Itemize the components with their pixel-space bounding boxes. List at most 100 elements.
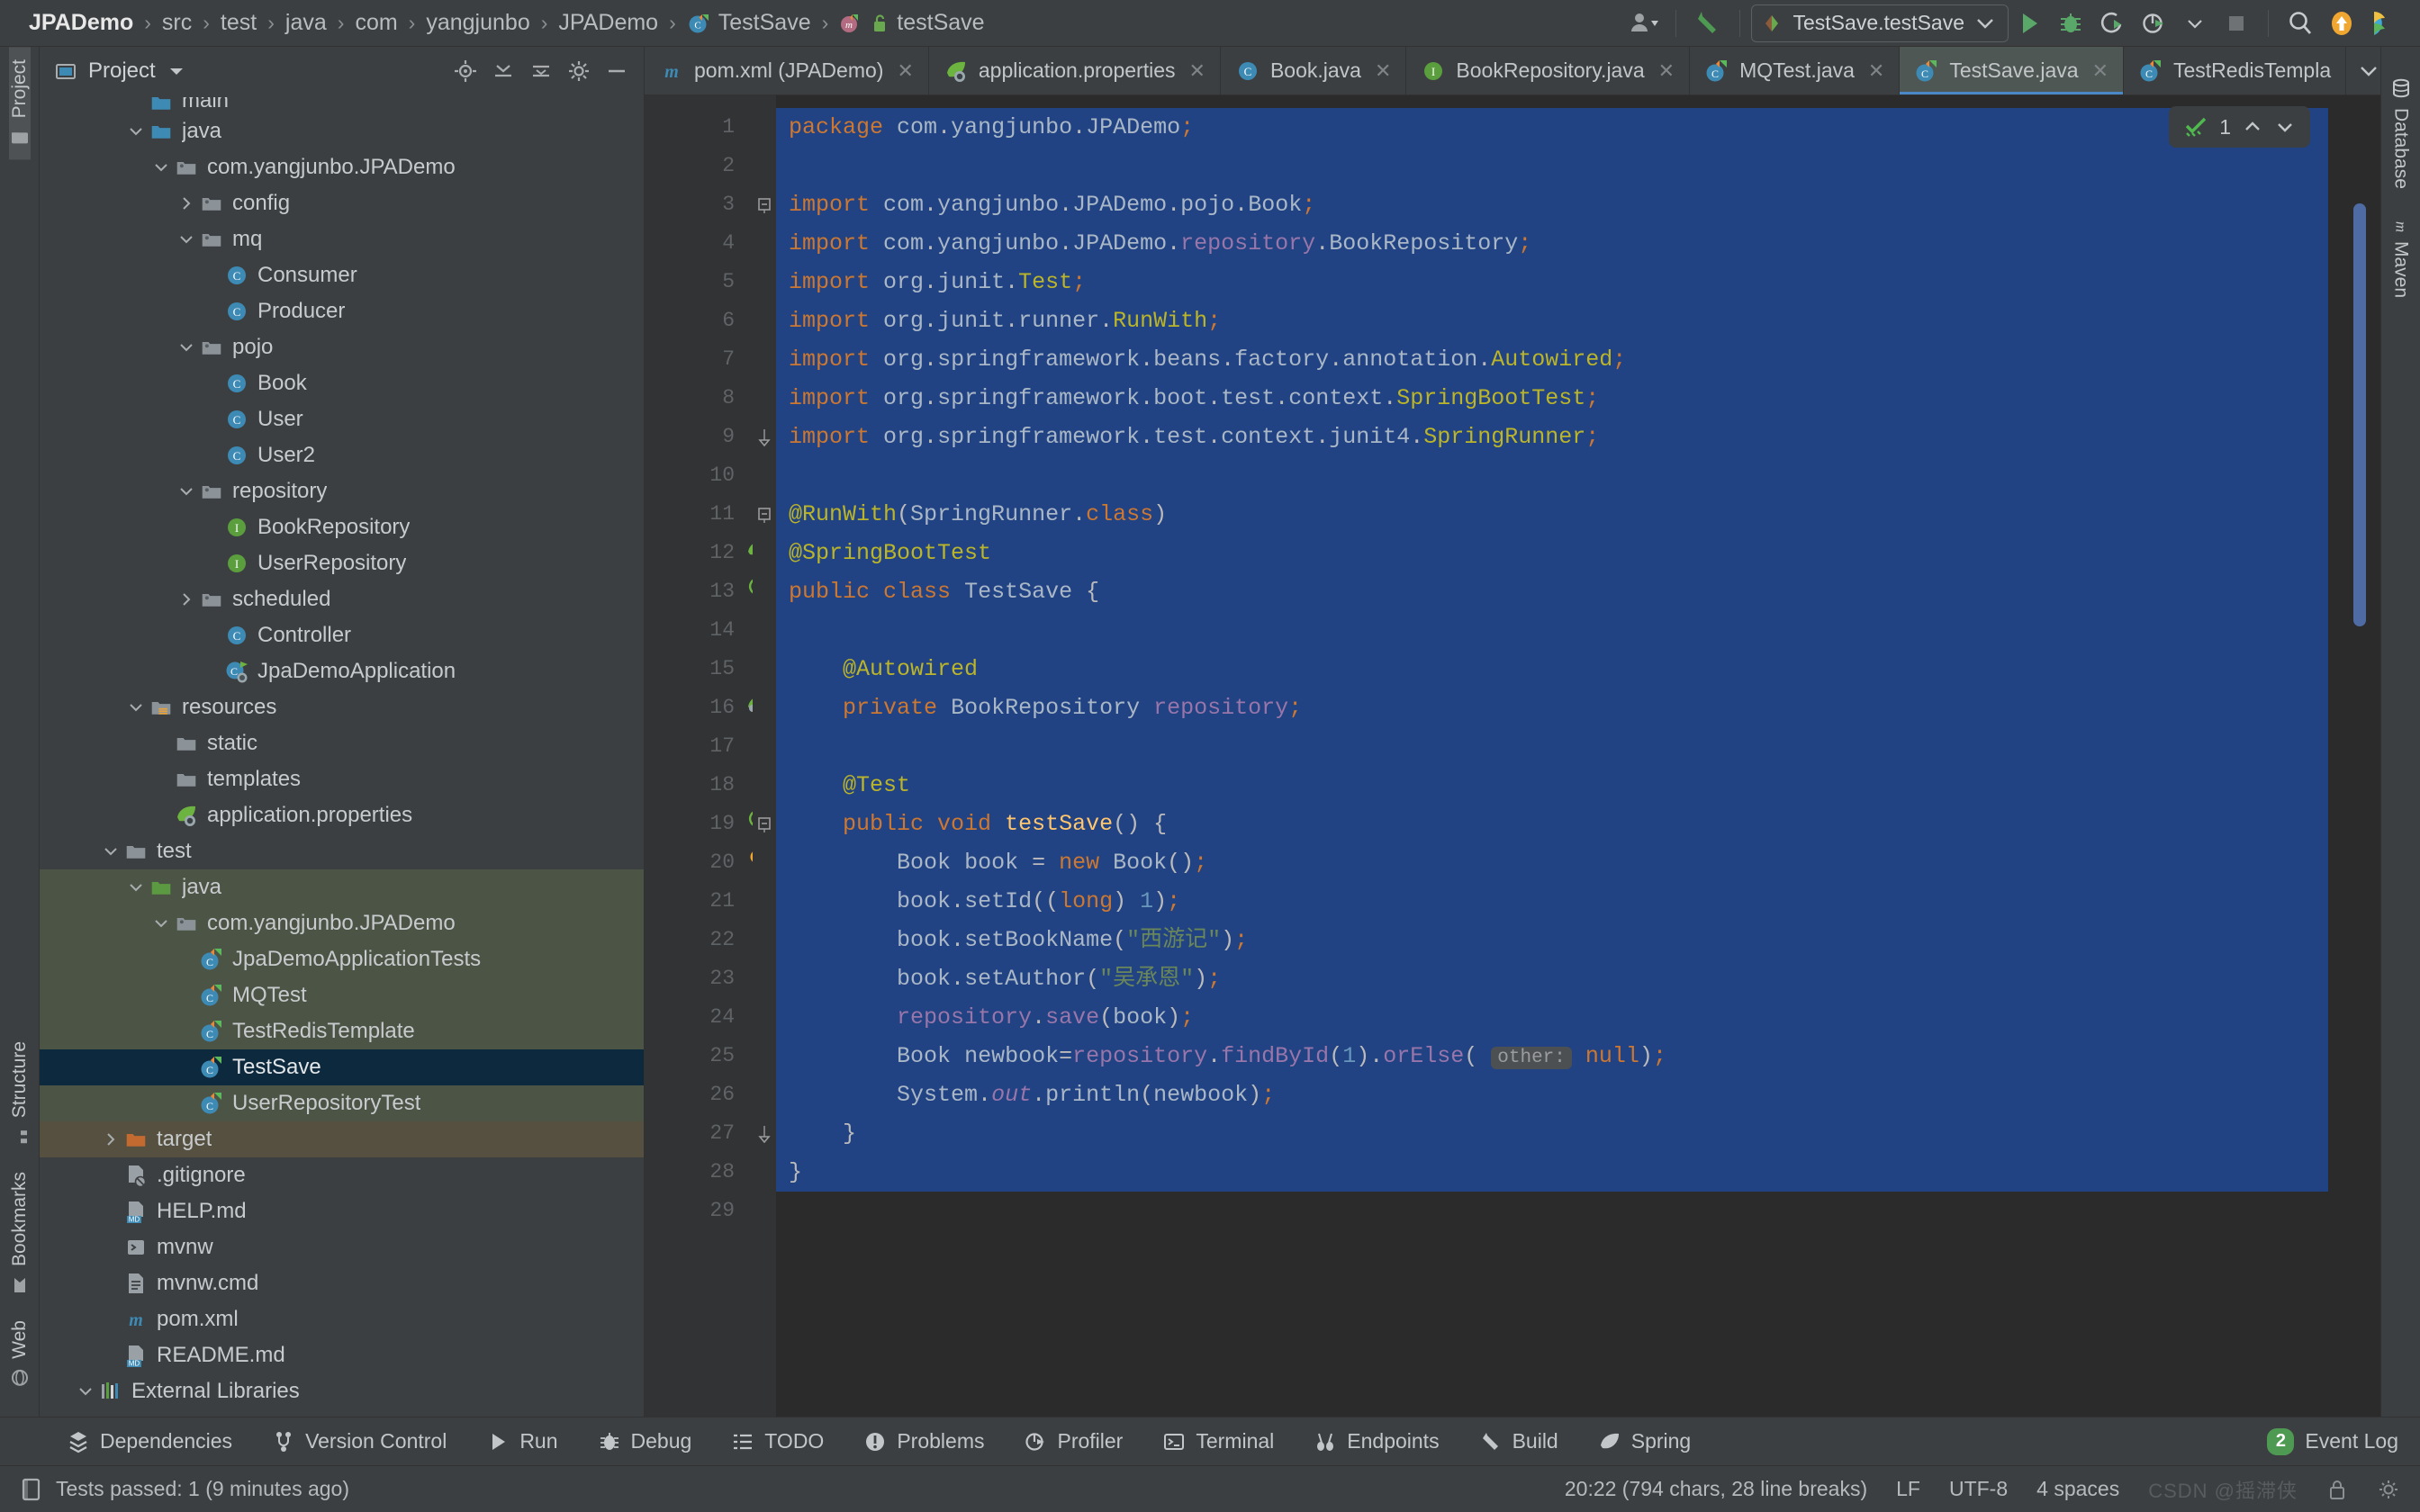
code-line[interactable]: Book book = new Book();	[776, 843, 2328, 882]
tree-node-mvnw-cmd[interactable]: mvnw.cmd	[40, 1265, 644, 1301]
code-line[interactable]: Book newbook=repository.findById(1).orEl…	[776, 1037, 2328, 1076]
fold-marker[interactable]	[753, 185, 776, 224]
account-icon[interactable]	[1623, 4, 1665, 42]
settings-gear-icon[interactable]	[566, 58, 591, 84]
close-icon[interactable]: ✕	[897, 59, 913, 83]
editor-scrollbar-thumb[interactable]	[2353, 203, 2366, 626]
code-line[interactable]: public class TestSave {	[776, 572, 2328, 611]
chevron-down-icon[interactable]	[124, 122, 148, 140]
chevron-down-icon[interactable]	[2357, 63, 2380, 79]
tool-window-endpoints[interactable]: Endpoints	[1294, 1429, 1458, 1454]
code-line[interactable]: private BookRepository repository;	[776, 688, 2328, 727]
tree-node-java[interactable]: java	[40, 113, 644, 149]
tree-node-book[interactable]: C Book	[40, 365, 644, 401]
tool-window-spring[interactable]: Spring	[1578, 1429, 1711, 1454]
run-with-coverage-button[interactable]	[2091, 4, 2133, 42]
tree-node-userrepository[interactable]: I UserRepository	[40, 545, 644, 581]
tree-node-test[interactable]: test	[40, 833, 644, 869]
code-line[interactable]: }	[776, 1153, 2328, 1192]
code-line[interactable]: book.setAuthor("吴承恩");	[776, 959, 2328, 998]
sidebar-item-database[interactable]: Database	[2390, 67, 2412, 200]
tree-node-help-md[interactable]: MD HELP.md	[40, 1193, 644, 1229]
tool-window-run[interactable]: Run	[466, 1429, 577, 1454]
inspections-widget[interactable]: 1	[2169, 106, 2310, 148]
breadcrumb-item-src[interactable]: src	[153, 10, 201, 36]
tree-node-pom-xml[interactable]: m pom.xml	[40, 1301, 644, 1337]
code-line[interactable]	[776, 727, 2328, 766]
chevron-down-icon[interactable]	[2174, 4, 2216, 42]
ide-feature-icon[interactable]	[2362, 4, 2404, 42]
tree-node-bookrepository[interactable]: I BookRepository	[40, 509, 644, 545]
locate-icon[interactable]	[453, 58, 478, 84]
code-line[interactable]	[776, 456, 2328, 495]
tree-node-application-properties[interactable]: application.properties	[40, 797, 644, 833]
tree-node-target[interactable]: target	[40, 1121, 644, 1157]
code-line[interactable]: import org.springframework.boot.test.con…	[776, 379, 2328, 418]
tree-node-1-8[interactable]: < 1.8 > /Library/Java/JavaVirtualMachine…	[40, 1409, 644, 1417]
run-configuration-selector[interactable]: TestSave.testSave	[1750, 4, 2009, 42]
tool-window-problems[interactable]: Problems	[844, 1429, 1004, 1454]
previous-problem-icon[interactable]	[2242, 120, 2263, 134]
tree-node-config[interactable]: config	[40, 185, 644, 221]
tree-node-controller[interactable]: C Controller	[40, 617, 644, 653]
code-line[interactable]: import org.springframework.beans.factory…	[776, 340, 2328, 379]
tree-node-consumer[interactable]: C Consumer	[40, 257, 644, 293]
tree-node-user[interactable]: C User	[40, 401, 644, 437]
tree-node-gitignore[interactable]: .gitignore	[40, 1157, 644, 1193]
search-everywhere-icon[interactable]	[2280, 4, 2321, 42]
build-hammer-icon[interactable]	[1687, 4, 1729, 42]
editor-tab-testsave-java[interactable]: C TestSave.java ✕	[1900, 47, 2124, 94]
code-line[interactable]	[776, 611, 2328, 650]
editor-tab-mqtest-java[interactable]: C MQTest.java ✕	[1690, 47, 1901, 94]
fold-marker[interactable]	[753, 418, 776, 456]
code-line[interactable]: import com.yangjunbo.JPADemo.pojo.Book;	[776, 185, 2328, 224]
code-line[interactable]: import org.junit.Test;	[776, 263, 2328, 302]
code-line[interactable]: @Autowired	[776, 650, 2328, 688]
breadcrumb-item-com[interactable]: com	[346, 10, 406, 36]
breadcrumb-item-testsave-method[interactable]: m testSave	[830, 10, 993, 36]
tree-node-java[interactable]: java	[40, 869, 644, 905]
close-icon[interactable]: ✕	[1868, 59, 1884, 83]
project-panel-title-group[interactable]: Project	[54, 58, 186, 84]
next-problem-icon[interactable]	[2274, 120, 2296, 134]
tree-node-mq[interactable]: mq	[40, 221, 644, 257]
chevron-down-icon[interactable]	[149, 158, 173, 176]
update-project-icon[interactable]	[2321, 4, 2362, 42]
chevron-down-icon[interactable]	[175, 338, 198, 356]
project-tree[interactable]: main java com.yangjunbo.JPADemo config mq C Co…	[40, 95, 644, 1417]
code-editor[interactable]: package com.yangjunbo.JPADemo; import co…	[776, 95, 2328, 1417]
chevron-right-icon[interactable]	[175, 194, 198, 212]
tree-node-testsave[interactable]: C TestSave	[40, 1049, 644, 1085]
editor-tab-book-java[interactable]: C Book.java ✕	[1221, 47, 1407, 94]
file-encoding[interactable]: UTF-8	[1949, 1477, 2008, 1501]
breadcrumb-item-java[interactable]: java	[276, 10, 336, 36]
run-button[interactable]	[2009, 4, 2050, 42]
tree-node-mqtest[interactable]: C MQTest	[40, 977, 644, 1013]
chevron-right-icon[interactable]	[99, 1130, 122, 1148]
breadcrumb-item-project[interactable]: JPADemo	[20, 10, 142, 36]
inspection-profile-icon[interactable]	[2377, 1477, 2400, 1502]
editor-tab-pom-xml-jpademo[interactable]: m pom.xml (JPADemo) ✕	[645, 47, 929, 94]
tool-window-todo[interactable]: TODO	[711, 1429, 844, 1454]
tool-window-build[interactable]: Build	[1459, 1429, 1578, 1454]
code-line[interactable]: public void testSave() {	[776, 805, 2328, 843]
collapse-all-icon[interactable]	[491, 58, 516, 84]
code-line[interactable]: import com.yangjunbo.JPADemo.repository.…	[776, 224, 2328, 263]
debug-button[interactable]	[2050, 4, 2091, 42]
code-line[interactable]: import org.springframework.test.context.…	[776, 418, 2328, 456]
code-line[interactable]: @SpringBootTest	[776, 534, 2328, 572]
breadcrumb-item-test[interactable]: test	[212, 10, 266, 36]
breadcrumb-item-testsave[interactable]: C TestSave	[678, 10, 820, 36]
profiler-button[interactable]	[2133, 4, 2174, 42]
sidebar-item-project[interactable]: Project	[8, 47, 31, 160]
tree-node-main[interactable]: main	[40, 97, 644, 113]
chevron-down-icon[interactable]	[74, 1382, 97, 1400]
tree-node-static[interactable]: static	[40, 725, 644, 761]
tree-node-external-libraries[interactable]: External Libraries	[40, 1373, 644, 1409]
code-line[interactable]: book.setBookName("西游记");	[776, 921, 2328, 959]
tree-node-com-yangjunbo-jpademo[interactable]: com.yangjunbo.JPADemo	[40, 905, 644, 941]
close-icon[interactable]: ✕	[2092, 59, 2108, 83]
chevron-down-icon[interactable]	[149, 914, 173, 932]
chevron-down-icon[interactable]	[175, 230, 198, 248]
chevron-down-icon[interactable]	[175, 482, 198, 500]
